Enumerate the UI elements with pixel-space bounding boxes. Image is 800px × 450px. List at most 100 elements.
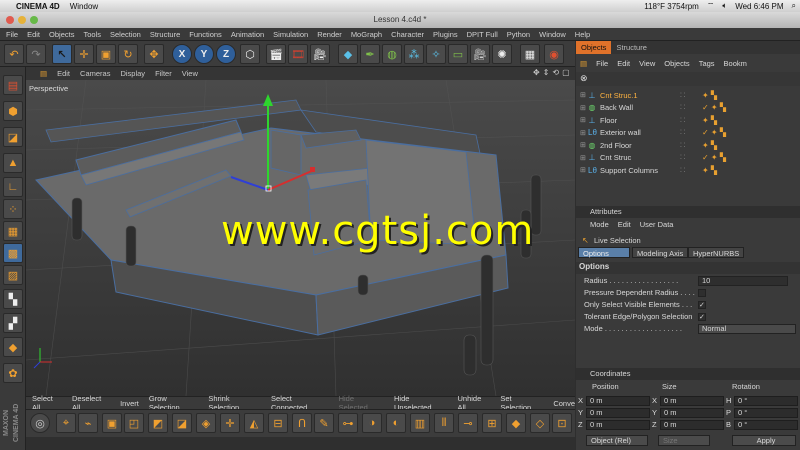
om-panel-icon[interactable]: ▤	[580, 59, 587, 68]
visibility-dots-icon[interactable]: ⁚ ⁚	[680, 129, 685, 136]
create-point-icon[interactable]: ⌖	[56, 413, 76, 433]
apply-button[interactable]: Apply	[732, 435, 796, 446]
expand-toggle-icon[interactable]: ⊞	[580, 166, 586, 174]
extrude-inner-icon[interactable]: ◰	[124, 413, 144, 433]
menu-tools[interactable]: Tools	[83, 30, 101, 39]
extrude-icon[interactable]: ▣	[102, 413, 122, 433]
rotation-field[interactable]: 0 °	[734, 396, 798, 406]
polygons-mode-icon[interactable]: ▩	[3, 243, 23, 263]
bridge-icon[interactable]: ◪	[172, 413, 192, 433]
attr-menu-edit[interactable]: Edit	[618, 220, 631, 229]
x-axis-lock-button[interactable]: X	[172, 44, 192, 64]
redo-icon[interactable]: ↷	[26, 44, 46, 64]
workplane-icon[interactable]: ▲	[3, 153, 23, 173]
nurbs-icon[interactable]: ◍	[382, 44, 402, 64]
visibility-dots-icon[interactable]: ⁚ ⁚	[680, 154, 685, 161]
position-field[interactable]: 0 m	[586, 408, 650, 418]
menu-dpit-full[interactable]: DPIT Full	[467, 30, 498, 39]
size-mode-select[interactable]: Size	[658, 435, 710, 446]
axis-mode-icon[interactable]: ∟	[3, 177, 23, 197]
om-menu-bookm[interactable]: Bookm	[724, 59, 747, 68]
camera-icon[interactable]: 🎥︎	[470, 44, 490, 64]
magnet-icon[interactable]: ◎	[30, 413, 50, 433]
list-item[interactable]: ⊞ ⊥ Floor ⁚ ⁚ ✦ ▚	[580, 114, 796, 126]
menu-simulation[interactable]: Simulation	[273, 30, 308, 39]
viewport-menu-view[interactable]: View	[182, 69, 198, 78]
viewport-menu-display[interactable]: Display	[120, 69, 145, 78]
list-item[interactable]: ⊞ Lθ Support Columns ⁚ ⁚ ✦ ▚	[580, 164, 796, 176]
triangulate-icon[interactable]: ◆	[506, 413, 526, 433]
tab-objects[interactable]: Objects	[576, 41, 612, 54]
om-menu-file[interactable]: File	[596, 59, 608, 68]
coordinate-mode-select[interactable]: Object (Rel)	[586, 435, 648, 446]
matrix-extrude-icon[interactable]: ▥	[410, 413, 430, 433]
size-field[interactable]: 0 m	[660, 408, 724, 418]
property-checkbox[interactable]: ✓	[698, 300, 706, 309]
sel-cmd-invert[interactable]: Invert	[120, 399, 139, 408]
mac-clock[interactable]: Wed 6:46 PM	[735, 2, 783, 11]
points-mode-icon[interactable]: ⁘	[3, 199, 23, 219]
bevel-icon[interactable]: ◩	[148, 413, 168, 433]
list-item[interactable]: ⊞ Lθ Exterior wall ⁚ ⁚ ✓ ✦ ▚	[580, 127, 796, 139]
checker-icon[interactable]: ▚	[3, 289, 23, 309]
visibility-dots-icon[interactable]: ⁚ ⁚	[680, 167, 685, 174]
object-name[interactable]: Exterior wall	[600, 128, 641, 137]
tab-hypernurbs[interactable]: HyperNURBS	[688, 247, 745, 258]
magnet-tool-icon[interactable]: Ո	[292, 413, 312, 433]
zoom-icon[interactable]: ⇕	[543, 68, 550, 77]
close-hole-icon[interactable]: ◈	[196, 413, 216, 433]
wifi-icon[interactable]: ⌔	[707, 1, 715, 11]
om-menu-edit[interactable]: Edit	[617, 59, 630, 68]
untriangulate-icon[interactable]: ◇	[530, 413, 550, 433]
spotlight-icon[interactable]: ⌕	[792, 1, 796, 11]
spin-edge-icon[interactable]: ◑	[362, 413, 382, 433]
orbit-icon[interactable]: ⟲	[552, 68, 559, 77]
layout-icon[interactable]: ▦	[520, 44, 540, 64]
snap-icon[interactable]: ▨	[3, 265, 23, 285]
perspective-viewport[interactable]: Perspective www.cgtsj.com	[26, 80, 575, 396]
object-name[interactable]: 2nd Floor	[600, 141, 632, 150]
smooth-shift-icon[interactable]: ◐	[386, 413, 406, 433]
maximize-icon[interactable]: ▢	[562, 68, 570, 77]
deformer-icon[interactable]: ✧	[426, 44, 446, 64]
attr-menu-user-data[interactable]: User Data	[640, 220, 674, 229]
rotation-field[interactable]: 0 °	[734, 420, 798, 430]
viewport-menu-edit[interactable]: Edit	[57, 69, 70, 78]
mode-select[interactable]: Normal	[698, 323, 796, 334]
position-field[interactable]: 0 m	[586, 420, 650, 430]
render-view-icon[interactable]: 🎬︎	[266, 44, 286, 64]
attr-menu-mode[interactable]: Mode	[590, 220, 609, 229]
expand-toggle-icon[interactable]: ⊞	[580, 116, 586, 124]
optimize-icon[interactable]: ⊡	[552, 413, 572, 433]
property-checkbox[interactable]: ✓	[698, 312, 706, 321]
make-editable-icon[interactable]: ▤	[3, 75, 23, 95]
z-axis-lock-button[interactable]: Z	[216, 44, 236, 64]
visibility-dots-icon[interactable]: ⁚ ⁚	[680, 92, 685, 99]
scale-icon[interactable]: ▣	[96, 44, 116, 64]
cube-icon[interactable]: ◆	[338, 44, 358, 64]
menu-file[interactable]: File	[6, 30, 18, 39]
object-name[interactable]: Floor	[600, 116, 617, 125]
subdivide-icon[interactable]: ⊞	[482, 413, 502, 433]
menu-functions[interactable]: Functions	[189, 30, 222, 39]
expand-toggle-icon[interactable]: ⊞	[580, 141, 586, 149]
menu-selection[interactable]: Selection	[110, 30, 141, 39]
zoom-window-button[interactable]	[30, 16, 38, 24]
stitch-icon[interactable]: ◭	[244, 413, 264, 433]
sel-cmd-conve[interactable]: Conve	[553, 399, 575, 408]
knife-icon[interactable]: ⌁	[78, 413, 98, 433]
expand-toggle-icon[interactable]: ⊞	[580, 154, 586, 162]
list-item[interactable]: ⊞ ⊥ Cnt Struc.1 ⁚ ⁚ ✦ ▚	[580, 89, 796, 101]
mirror-icon[interactable]: ⫴	[434, 413, 454, 433]
visibility-dots-icon[interactable]: ⁚ ⁚	[680, 104, 685, 111]
object-name[interactable]: Cnt Struc.1	[600, 91, 638, 100]
object-name[interactable]: Back Wall	[600, 103, 633, 112]
visibility-dots-icon[interactable]: ⁚ ⁚	[680, 142, 685, 149]
search-icon[interactable]: ⊗	[580, 73, 588, 84]
mac-menu-window[interactable]: Window	[70, 2, 98, 11]
rotation-field[interactable]: 0 °	[734, 408, 798, 418]
pan-icon[interactable]: ✥	[533, 68, 540, 77]
menu-character[interactable]: Character	[391, 30, 424, 39]
list-item[interactable]: ⊞ ◍ 2nd Floor ⁚ ⁚ ✦ ▚	[580, 139, 796, 151]
volume-icon[interactable]: 🔈︎	[722, 1, 727, 11]
